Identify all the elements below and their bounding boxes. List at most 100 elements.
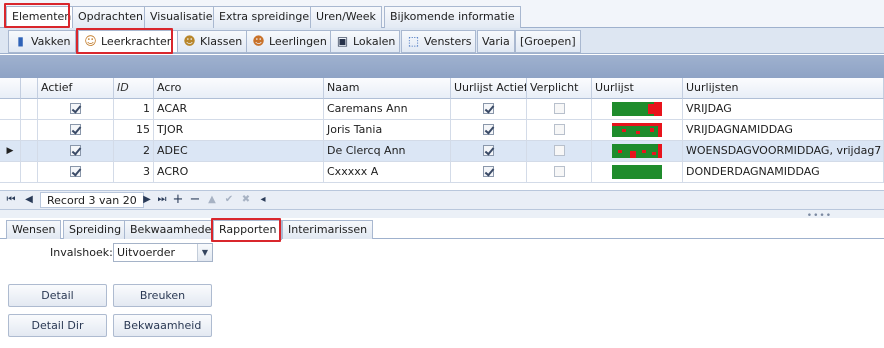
save-record-icon[interactable]: ✔ — [222, 193, 236, 207]
actief-cell[interactable] — [38, 99, 114, 120]
id-cell[interactable]: 2 — [114, 141, 154, 162]
detail-button[interactable]: Detail — [8, 284, 107, 307]
row-indicator[interactable]: ▶ — [0, 141, 21, 162]
actief-cell[interactable] — [38, 162, 114, 183]
row-indicator[interactable] — [0, 162, 21, 183]
breuken-button[interactable]: Breuken — [113, 284, 212, 307]
panel-splitter[interactable]: •••• — [0, 210, 884, 221]
column-header-uurlijst[interactable]: Uurlijst — [592, 78, 683, 99]
detail-dir-button[interactable]: Detail Dir — [8, 314, 107, 337]
verplicht-cell[interactable] — [527, 99, 592, 120]
column-header-uurlijst-actief[interactable]: Uurlijst Actief — [451, 78, 527, 99]
id-cell[interactable]: 3 — [114, 162, 154, 183]
column-header-actief[interactable]: Actief — [38, 78, 114, 99]
uurlijst-cell[interactable] — [592, 141, 683, 162]
verplicht-checkbox[interactable] — [553, 145, 565, 156]
tab-groepen[interactable]: [Groepen] — [515, 30, 581, 53]
add-record-icon[interactable]: + — [171, 193, 185, 207]
actief-checkbox[interactable] — [70, 103, 81, 114]
actief-checkbox[interactable] — [70, 145, 81, 156]
column-header-id[interactable]: ID — [114, 78, 154, 99]
uurlijsten-cell[interactable]: WOENSDAGVOORMIDDAG, vrijdag7 — [683, 141, 884, 162]
first-record-icon[interactable]: ⏮ — [4, 193, 18, 207]
tab-elementen[interactable]: Elementen — [6, 6, 78, 29]
tab-opdrachten[interactable]: Opdrachten — [72, 6, 149, 28]
group-panel[interactable] — [0, 55, 884, 78]
table-row[interactable]: 1 ACAR Caremans Ann VRIJDAG — [0, 99, 884, 120]
acro-cell[interactable]: ADEC — [154, 141, 324, 162]
uurlijst-cell[interactable] — [592, 162, 683, 183]
tab-vensters[interactable]: ⬚ Vensters — [401, 30, 477, 53]
tab-leerkrachten[interactable]: ☺ Leerkrachten — [78, 30, 179, 53]
uurlijst-actief-checkbox[interactable] — [483, 103, 494, 114]
table-row[interactable]: 3 ACRO Cxxxxx A DONDERDAGNAMIDDAG — [0, 162, 884, 183]
verplicht-cell[interactable] — [527, 120, 592, 141]
uurlijst-actief-cell[interactable] — [451, 99, 527, 120]
uurlijsten-cell[interactable]: VRIJDAGNAMIDDAG — [683, 120, 884, 141]
verplicht-checkbox[interactable] — [553, 166, 565, 177]
actief-cell[interactable] — [38, 141, 114, 162]
uurlijst-actief-cell[interactable] — [451, 120, 527, 141]
row-indicator[interactable] — [0, 120, 21, 141]
column-header-verplicht[interactable]: Verplicht — [527, 78, 592, 99]
verplicht-cell[interactable] — [527, 162, 592, 183]
id-cell[interactable]: 15 — [114, 120, 154, 141]
verplicht-cell[interactable] — [527, 141, 592, 162]
uurlijst-actief-checkbox[interactable] — [483, 124, 494, 135]
acro-cell[interactable]: ACAR — [154, 99, 324, 120]
tab-extra-spreidingen[interactable]: Extra spreidingen — [213, 6, 323, 28]
filter-icon[interactable]: ◂ — [256, 193, 270, 207]
next-record-icon[interactable]: ▶ — [140, 193, 154, 207]
row-indicator[interactable] — [0, 99, 21, 120]
table-row[interactable]: 15 TJOR Joris Tania VRIJDAGNAMIDDAG — [0, 120, 884, 141]
acro-cell[interactable]: ACRO — [154, 162, 324, 183]
tab-varia[interactable]: Varia — [477, 30, 515, 53]
id-cell[interactable]: 1 — [114, 99, 154, 120]
tab-bijkomende-informatie[interactable]: Bijkomende informatie — [384, 6, 521, 28]
tab-klassen[interactable]: ☻ Klassen — [177, 30, 248, 53]
chevron-down-icon[interactable]: ▼ — [197, 244, 212, 261]
delete-record-icon[interactable]: − — [188, 193, 202, 207]
tab-bekwaamheden[interactable]: Bekwaamheden — [124, 220, 225, 239]
verplicht-checkbox[interactable] — [553, 103, 565, 114]
column-header-acro[interactable]: Acro — [154, 78, 324, 99]
column-header-uurlijsten[interactable]: Uurlijsten — [683, 78, 884, 99]
edit-record-icon[interactable]: ▲ — [205, 193, 219, 207]
actief-cell[interactable] — [38, 120, 114, 141]
uurlijsten-cell[interactable]: DONDERDAGNAMIDDAG — [683, 162, 884, 183]
naam-cell[interactable]: De Clercq Ann — [324, 141, 451, 162]
tab-vakken[interactable]: ▮ Vakken — [8, 30, 76, 53]
naam-cell[interactable]: Cxxxxx A — [324, 162, 451, 183]
row-spacer — [21, 120, 38, 141]
tab-rapporten[interactable]: Rapporten — [213, 220, 283, 240]
bekwaamheid-button[interactable]: Bekwaamheid — [113, 314, 212, 337]
uurlijst-actief-checkbox[interactable] — [483, 166, 494, 177]
table-row[interactable]: ▶ 2 ADEC De Clercq Ann WOENSDAGVOORMIDDA… — [0, 141, 884, 162]
verplicht-checkbox[interactable] — [553, 124, 565, 135]
uurlijst-actief-cell[interactable] — [451, 162, 527, 183]
actief-checkbox[interactable] — [70, 166, 81, 177]
uurlijst-cell[interactable] — [592, 99, 683, 120]
column-header-naam[interactable]: Naam — [324, 78, 451, 99]
tab-interimarissen[interactable]: Interimarissen — [282, 220, 374, 239]
uurlijst-actief-cell[interactable] — [451, 141, 527, 162]
prev-record-icon[interactable]: ◀ — [22, 193, 36, 207]
tab-wensen[interactable]: Wensen — [6, 220, 62, 239]
last-record-icon[interactable]: ⏭ — [155, 193, 169, 207]
actief-checkbox[interactable] — [70, 124, 81, 135]
naam-cell[interactable]: Caremans Ann — [324, 99, 451, 120]
grid-header-row: Actief ID Acro Naam Uurlijst Actief Verp… — [0, 78, 884, 99]
uurlijsten-cell[interactable]: VRIJDAG — [683, 99, 884, 120]
invalshoek-select[interactable]: Uitvoerder ▼ — [113, 243, 213, 262]
window-icon: ⬚ — [407, 34, 420, 48]
tab-lokalen[interactable]: ▣ Lokalen — [330, 30, 401, 53]
tab-uren-week[interactable]: Uren/Week — [310, 6, 382, 28]
uurlijst-actief-checkbox[interactable] — [483, 145, 494, 156]
uurlijst-cell[interactable] — [592, 120, 683, 141]
tab-spreiding[interactable]: Spreiding — [63, 220, 128, 239]
acro-cell[interactable]: TJOR — [154, 120, 324, 141]
tab-visualisatie[interactable]: Visualisatie — [144, 6, 219, 28]
cancel-record-icon[interactable]: ✖ — [239, 193, 253, 207]
tab-leerlingen[interactable]: ☻ Leerlingen — [246, 30, 332, 53]
naam-cell[interactable]: Joris Tania — [324, 120, 451, 141]
